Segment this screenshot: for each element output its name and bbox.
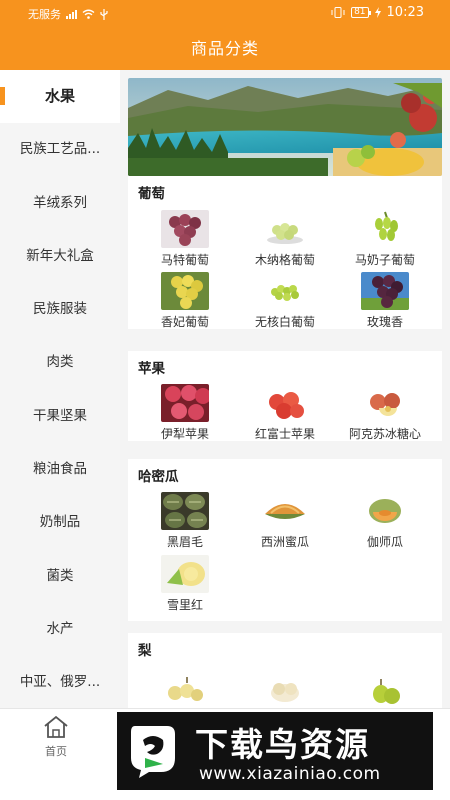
tab-home-label: 首页	[45, 745, 67, 758]
section-title: 哈密瓜	[138, 469, 179, 485]
product-item[interactable]: 伊犁苹果	[133, 384, 237, 442]
section-melons: 哈密瓜 黑眉毛 西洲蜜瓜 伽师瓜 雪里红	[128, 459, 442, 621]
watermark-banner: 下载鸟资源 www.xiazainiao.com	[117, 712, 433, 790]
product-image	[261, 492, 309, 530]
page-title: 商品分类	[0, 28, 450, 70]
sidebar-item-dairy[interactable]: 奶制品	[0, 496, 120, 549]
sidebar-item-central-asia-russia[interactable]: 中亚、俄罗...	[0, 656, 120, 708]
section-title: 葡萄	[138, 186, 165, 202]
product-item[interactable]: 黑眉毛	[133, 492, 237, 550]
product-name: 木纳格葡萄	[254, 253, 315, 267]
product-item[interactable]	[133, 669, 237, 707]
sidebar-item-dried-fruit-nuts[interactable]: 干果坚果	[0, 390, 120, 443]
product-item[interactable]: 雪里红	[133, 555, 237, 613]
product-item[interactable]: 玫瑰香	[333, 272, 437, 330]
watermark-url: www.xiazainiao.com	[199, 764, 381, 784]
product-image	[161, 555, 209, 593]
section-apples: 苹果 伊犁苹果 红富士苹果 阿克苏冰糖心	[128, 351, 442, 441]
product-image	[161, 210, 209, 248]
home-icon	[44, 715, 68, 738]
carrier-text: 无服务	[28, 8, 61, 21]
product-item[interactable]: 伽师瓜	[333, 492, 437, 550]
clock: 10:23	[386, 5, 424, 20]
bird-logo-icon	[131, 726, 175, 778]
sidebar-item-meat[interactable]: 肉类	[0, 336, 120, 389]
section-title: 梨	[138, 643, 152, 659]
product-item[interactable]: 马奶子葡萄	[333, 210, 437, 268]
product-image	[261, 384, 309, 422]
product-image	[261, 669, 309, 707]
product-name: 马特葡萄	[160, 253, 209, 267]
fruit-banner-image[interactable]	[128, 78, 442, 176]
product-image	[361, 272, 409, 310]
category-content: 葡萄 马特葡萄 木纳格葡萄 马奶子葡萄 香妃葡萄 无核白葡萄 玫瑰香 苹果 伊犁…	[120, 70, 450, 708]
category-sidebar: 水果 民族工艺品... 羊绒系列 新年大礼盒 民族服装 肉类 干果坚果 粮油食品…	[0, 70, 120, 708]
product-name: 黑眉毛	[166, 535, 203, 549]
product-name: 阿克苏冰糖心	[348, 427, 421, 441]
product-image	[161, 669, 209, 707]
section-title: 苹果	[138, 361, 165, 377]
tab-home[interactable]: 首页	[30, 715, 82, 759]
product-image	[361, 669, 409, 707]
product-image	[161, 492, 209, 530]
product-image	[161, 384, 209, 422]
wifi-icon	[82, 9, 95, 19]
sidebar-item-grain-oil[interactable]: 粮油食品	[0, 443, 120, 496]
product-name: 无核白葡萄	[254, 315, 315, 329]
battery-indicator: 81	[351, 7, 372, 18]
product-name: 马奶子葡萄	[354, 253, 415, 267]
sidebar-item-new-year-gift[interactable]: 新年大礼盒	[0, 230, 120, 283]
signal-icon	[66, 9, 77, 19]
sidebar-item-cashmere[interactable]: 羊绒系列	[0, 177, 120, 230]
product-item[interactable]: 无核白葡萄	[233, 272, 337, 330]
product-item[interactable]: 红富士苹果	[233, 384, 337, 442]
product-name: 香妃葡萄	[160, 315, 209, 329]
product-item[interactable]: 马特葡萄	[133, 210, 237, 268]
sidebar-item-fruit[interactable]: 水果	[0, 70, 120, 124]
section-pears: 梨	[128, 633, 442, 708]
product-name: 玫瑰香	[366, 315, 403, 329]
product-image	[361, 210, 409, 248]
product-image	[361, 384, 409, 422]
product-name: 伽师瓜	[366, 535, 403, 549]
product-item[interactable]	[233, 669, 337, 707]
product-item[interactable]: 香妃葡萄	[133, 272, 237, 330]
sidebar-item-ethnic-clothing[interactable]: 民族服装	[0, 283, 120, 336]
product-name: 红富士苹果	[254, 427, 315, 441]
sidebar-item-ethnic-crafts[interactable]: 民族工艺品...	[0, 123, 120, 176]
product-image	[261, 272, 309, 310]
product-image	[161, 272, 209, 310]
status-bar: 无服务 81 10:23	[0, 0, 450, 28]
vibrate-icon	[331, 7, 345, 18]
product-item[interactable]: 西洲蜜瓜	[233, 492, 337, 550]
product-name: 雪里红	[166, 598, 203, 612]
sidebar-item-mushroom[interactable]: 菌类	[0, 550, 120, 603]
charging-icon	[374, 7, 381, 18]
watermark-title: 下载鸟资源	[195, 725, 370, 764]
product-name: 西洲蜜瓜	[260, 535, 309, 549]
product-image	[361, 492, 409, 530]
usb-icon	[100, 8, 108, 20]
product-image	[261, 210, 309, 248]
product-item[interactable]: 阿克苏冰糖心	[333, 384, 437, 442]
product-item[interactable]: 木纳格葡萄	[233, 210, 337, 268]
sidebar-item-seafood[interactable]: 水产	[0, 603, 120, 656]
product-item[interactable]	[333, 669, 437, 707]
product-name: 伊犁苹果	[160, 427, 209, 441]
section-grapes: 葡萄 马特葡萄 木纳格葡萄 马奶子葡萄 香妃葡萄 无核白葡萄 玫瑰香	[128, 176, 442, 329]
